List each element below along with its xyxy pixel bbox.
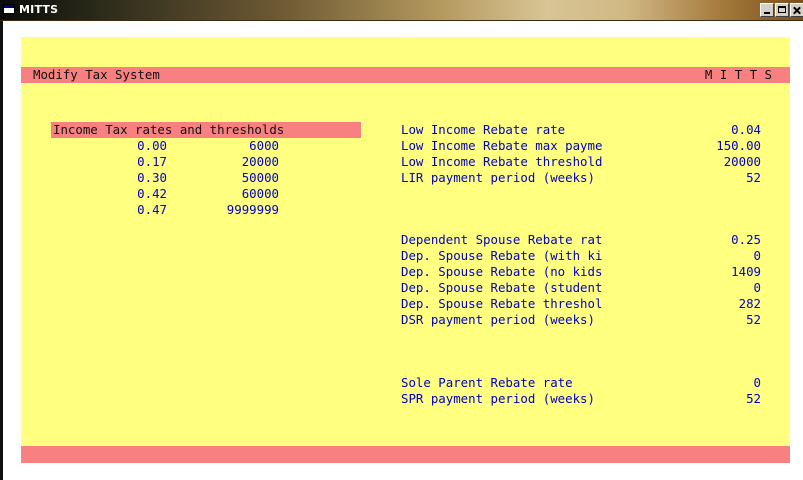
dsr-threshold-label: Dep. Spouse Rebate threshol <box>401 296 603 311</box>
close-icon[interactable] <box>790 3 803 17</box>
dsr-student-field[interactable]: 0 <box>681 280 761 296</box>
lir-period-field[interactable]: 52 <box>681 170 761 186</box>
lir-threshold-label: Low Income Rebate threshold <box>401 154 603 169</box>
dsr-no-kids-label: Dep. Spouse Rebate (no kids <box>401 264 603 279</box>
tax-rate-field[interactable]: 0.47 <box>121 202 167 218</box>
spr-rate-label: Sole Parent Rebate rate <box>401 375 573 390</box>
lir-max-payment-field[interactable]: 150.00 <box>681 138 761 154</box>
window-title: MITTS <box>19 3 59 16</box>
dsr-rate-field[interactable]: 0.25 <box>681 232 761 248</box>
lir-max-payment-label: Low Income Rebate max payme <box>401 138 603 153</box>
dsr-with-kids-field[interactable]: 0 <box>681 248 761 264</box>
dsr-no-kids-field[interactable]: 1409 <box>681 264 761 280</box>
tax-rate-field[interactable]: 0.42 <box>121 186 167 202</box>
tax-threshold-field[interactable]: 60000 <box>211 186 279 202</box>
lir-rate-label: Low Income Rebate rate <box>401 122 566 137</box>
dsr-rate-label: Dependent Spouse Rebate rat <box>401 232 603 247</box>
spr-period-label: SPR payment period (weeks) <box>401 391 595 406</box>
window-system-icon[interactable] <box>3 4 15 14</box>
window-title-bar[interactable]: MITTS <box>0 0 803 21</box>
screen-title: Modify Tax System <box>33 67 160 82</box>
minimize-icon[interactable] <box>760 3 774 17</box>
tax-rate-field[interactable]: 0.00 <box>121 138 167 154</box>
tax-threshold-field[interactable]: 9999999 <box>211 202 279 218</box>
dsr-with-kids-label: Dep. Spouse Rebate (with ki <box>401 248 603 263</box>
lir-rate-field[interactable]: 0.04 <box>681 122 761 138</box>
tax-threshold-field[interactable]: 50000 <box>211 170 279 186</box>
tax-threshold-field[interactable]: 20000 <box>211 154 279 170</box>
dsr-student-label: Dep. Spouse Rebate (student <box>401 280 603 295</box>
spr-rate-field[interactable]: 0 <box>681 375 761 391</box>
tax-threshold-field[interactable]: 6000 <box>211 138 279 154</box>
tax-system-panel: Modify Tax System M I T T S Income Tax r… <box>21 37 790 463</box>
dsr-period-label: DSR payment period (weeks) <box>401 312 595 327</box>
maximize-icon[interactable] <box>775 3 789 17</box>
footer-bar <box>21 446 790 463</box>
lir-threshold-field[interactable]: 20000 <box>681 154 761 170</box>
income-tax-heading: Income Tax rates and thresholds <box>53 122 285 137</box>
app-name: M I T T S <box>704 67 772 82</box>
tax-rate-field[interactable]: 0.30 <box>121 170 167 186</box>
spr-period-field[interactable]: 52 <box>681 391 761 407</box>
lir-period-label: LIR payment period (weeks) <box>401 170 595 185</box>
window-left-border <box>0 21 3 480</box>
dsr-threshold-field[interactable]: 282 <box>681 296 761 312</box>
tax-rate-field[interactable]: 0.17 <box>121 154 167 170</box>
dsr-period-field[interactable]: 52 <box>681 312 761 328</box>
